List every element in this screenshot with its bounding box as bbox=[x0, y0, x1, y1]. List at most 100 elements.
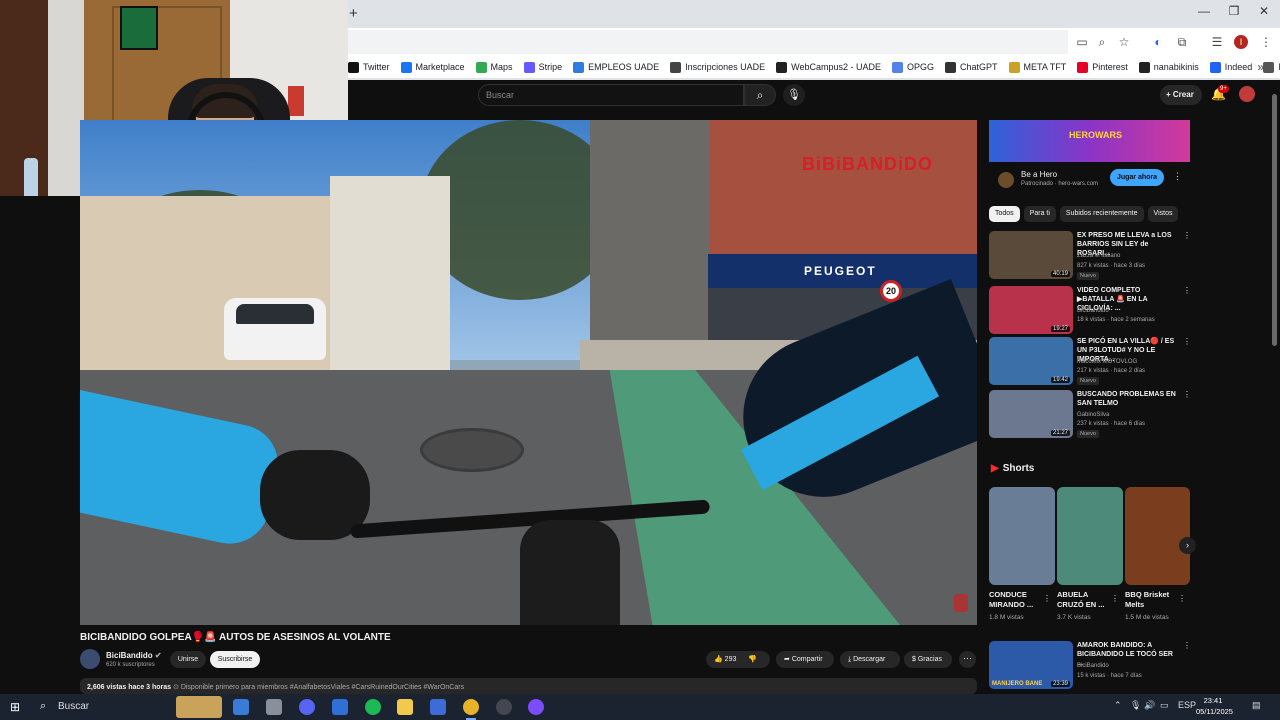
short-thumbnail[interactable] bbox=[1125, 487, 1190, 585]
bookmark-item[interactable]: EMPLEOS UADE bbox=[573, 61, 659, 73]
short-title[interactable]: CONDUCE MIRANDO ... bbox=[989, 590, 1047, 610]
shorts-next-icon[interactable]: › bbox=[1179, 537, 1196, 554]
account-avatar[interactable] bbox=[1239, 86, 1255, 102]
new-tab-button[interactable]: + bbox=[349, 5, 358, 22]
taskbar-clock[interactable]: 23:41 05/11/2025 bbox=[1196, 695, 1233, 717]
bookmarks-more-icon[interactable]: » bbox=[1257, 60, 1264, 74]
subscribe-button[interactable]: Suscribirse bbox=[210, 651, 260, 668]
rec-channel[interactable]: GabinoSilva bbox=[1077, 412, 1109, 418]
short-menu-icon[interactable]: ⋮ bbox=[1178, 594, 1186, 603]
rec-channel[interactable]: BiciBandido bbox=[1077, 663, 1109, 669]
bookmark-star-icon[interactable]: ☆ bbox=[1116, 34, 1132, 50]
short-menu-icon[interactable]: ⋮ bbox=[1043, 594, 1051, 603]
rec-menu-icon[interactable]: ⋮ bbox=[1183, 286, 1191, 295]
rec-menu-icon[interactable]: ⋮ bbox=[1183, 231, 1191, 240]
bookmark-item[interactable]: lanch00 Stats bbox=[1263, 61, 1280, 73]
bookmark-item[interactable]: Indeed bbox=[1209, 61, 1252, 73]
close-button[interactable]: ✕ bbox=[1254, 4, 1274, 18]
rec-menu-icon[interactable]: ⋮ bbox=[1183, 337, 1191, 346]
rec-menu-icon[interactable]: ⋮ bbox=[1183, 641, 1191, 650]
ad-menu-icon[interactable]: ⋮ bbox=[1173, 171, 1182, 182]
tray-overflow-icon[interactable]: ⌃ bbox=[1114, 700, 1122, 711]
ad-cta-button[interactable]: Jugar ahora bbox=[1110, 169, 1164, 186]
rec-thumbnail[interactable]: 21:27 bbox=[989, 390, 1073, 438]
maximize-button[interactable]: ❐ bbox=[1224, 4, 1244, 18]
profile-avatar[interactable]: I bbox=[1234, 35, 1248, 49]
list-item[interactable]: 21:27 BUSCANDO PROBLEMAS EN SAN TELMO Ga… bbox=[989, 390, 1191, 440]
like-count[interactable]: 293 bbox=[725, 656, 737, 663]
folder-icon[interactable] bbox=[397, 699, 413, 715]
language-indicator[interactable]: ESP bbox=[1178, 700, 1196, 710]
list-item[interactable]: 19:27 VIDEO COMPLETO ▶BATALLA 🚨 EN LA CI… bbox=[989, 286, 1191, 336]
short-title[interactable]: BBQ Brisket Melts bbox=[1125, 590, 1183, 610]
list-item[interactable]: 40:19 EX PRESO ME LLEVA a LOS BARRIOS SI… bbox=[989, 231, 1191, 281]
outlook-icon[interactable] bbox=[332, 699, 348, 715]
short-title[interactable]: ABUELA CRUZÓ EN ... bbox=[1057, 590, 1115, 610]
short-thumbnail[interactable] bbox=[1057, 487, 1123, 585]
hashtags[interactable]: #AnalfabetosViales #CarsRuinedOurCities … bbox=[290, 684, 464, 691]
microphone-tray-icon[interactable]: 🎙 bbox=[1130, 700, 1141, 711]
chrome-icon[interactable] bbox=[463, 699, 479, 715]
search-input[interactable]: Buscar bbox=[478, 84, 744, 106]
voice-search-button[interactable]: 🎙 bbox=[783, 84, 805, 106]
share-button[interactable]: ➦ Compartir bbox=[776, 651, 834, 668]
bookmark-item[interactable]: OPGG bbox=[892, 61, 934, 73]
description-box[interactable]: 2,606 vistas hace 3 horas ⊙ Disponible p… bbox=[80, 678, 977, 694]
rec-channel[interactable]: MacoMix MOTOVLOG bbox=[1077, 359, 1137, 365]
taskbar-search[interactable]: Buscar bbox=[34, 694, 174, 720]
bookmark-item[interactable]: WebCampus2 - UADE bbox=[776, 61, 881, 73]
extension-icon[interactable]: ◐ bbox=[1150, 34, 1166, 50]
extensions-puzzle-icon[interactable]: ⧉ bbox=[1174, 34, 1190, 50]
like-icon[interactable]: 👍 bbox=[714, 656, 723, 663]
bookmark-item[interactable]: META TFT bbox=[1008, 61, 1066, 73]
windows-start-icon[interactable]: ⊞ bbox=[10, 700, 20, 714]
ad-title[interactable]: Be a Hero bbox=[1021, 170, 1057, 179]
rec-thumbnail[interactable]: 23:39 MANIJERO BANE bbox=[989, 641, 1073, 689]
bookmark-item[interactable]: Marketplace bbox=[400, 61, 465, 73]
copilot-icon[interactable] bbox=[233, 699, 249, 715]
bookmark-item[interactable]: Inscripciones UADE bbox=[670, 61, 765, 73]
spotify-icon[interactable] bbox=[365, 699, 381, 715]
channel-avatar[interactable] bbox=[80, 649, 100, 669]
discord-icon[interactable] bbox=[299, 699, 315, 715]
zoom-icon[interactable]: ⌕ bbox=[1094, 34, 1110, 50]
install-icon[interactable]: ▭ bbox=[1074, 34, 1090, 50]
app-icon[interactable] bbox=[528, 699, 544, 715]
bookmark-item[interactable]: Stripe bbox=[523, 61, 562, 73]
chip-for-you[interactable]: Para ti bbox=[1023, 206, 1056, 222]
rec-thumbnail[interactable]: 19:27 bbox=[989, 286, 1073, 334]
minimize-button[interactable]: — bbox=[1194, 4, 1214, 18]
thanks-button[interactable]: $ Gracias bbox=[904, 651, 952, 668]
list-item[interactable]: 19:42 SE PICÓ EN LA VILLA🔴 / ES UN P3LOT… bbox=[989, 337, 1191, 387]
dislike-icon[interactable]: 👎 bbox=[748, 656, 757, 663]
short-menu-icon[interactable]: ⋮ bbox=[1111, 594, 1119, 603]
bookmark-item[interactable]: Maps bbox=[475, 61, 513, 73]
browser-menu-icon[interactable]: ⋮ bbox=[1258, 34, 1274, 50]
more-actions-icon[interactable]: ⋯ bbox=[959, 651, 976, 668]
join-button[interactable]: Unirse bbox=[170, 651, 206, 668]
ad-banner[interactable]: HEROWARS bbox=[989, 120, 1190, 162]
chip-watched[interactable]: Vistos bbox=[1147, 206, 1179, 222]
volume-icon[interactable]: 🔊 bbox=[1144, 700, 1155, 711]
chip-all[interactable]: Todos bbox=[989, 206, 1020, 222]
channel-name[interactable]: BiciBandido ✔ bbox=[106, 651, 162, 660]
bookmark-item[interactable]: Pinterest bbox=[1077, 61, 1128, 73]
create-button[interactable]: + Crear bbox=[1160, 85, 1202, 105]
rec-channel[interactable]: BiciBandido bbox=[1077, 308, 1109, 314]
rec-menu-icon[interactable]: ⋮ bbox=[1183, 390, 1191, 399]
network-icon[interactable]: ▭ bbox=[1160, 700, 1169, 711]
short-thumbnail[interactable] bbox=[989, 487, 1055, 585]
chip-recent[interactable]: Subidos recientemente bbox=[1059, 206, 1144, 222]
video-player[interactable]: PEUGEOT BiBiBANDiDO 20 bbox=[80, 120, 977, 625]
bookmark-item[interactable]: nanabikinis bbox=[1138, 61, 1199, 73]
rec-thumbnail[interactable]: 40:19 bbox=[989, 231, 1073, 279]
bookmark-item[interactable]: Twitter bbox=[348, 61, 390, 73]
store-icon[interactable] bbox=[430, 699, 446, 715]
page-scrollbar[interactable] bbox=[1272, 94, 1277, 346]
list-item[interactable]: 23:39 MANIJERO BANE AMAROK BANDIDO: A BI… bbox=[989, 641, 1191, 691]
rec-thumbnail[interactable]: 19:42 bbox=[989, 337, 1073, 385]
file-manager-icon[interactable] bbox=[266, 699, 282, 715]
taskbar-widget-icon[interactable] bbox=[176, 696, 222, 718]
notification-center-icon[interactable]: ▤ bbox=[1252, 700, 1261, 711]
bookmark-item[interactable]: ChatGPT bbox=[945, 61, 998, 73]
